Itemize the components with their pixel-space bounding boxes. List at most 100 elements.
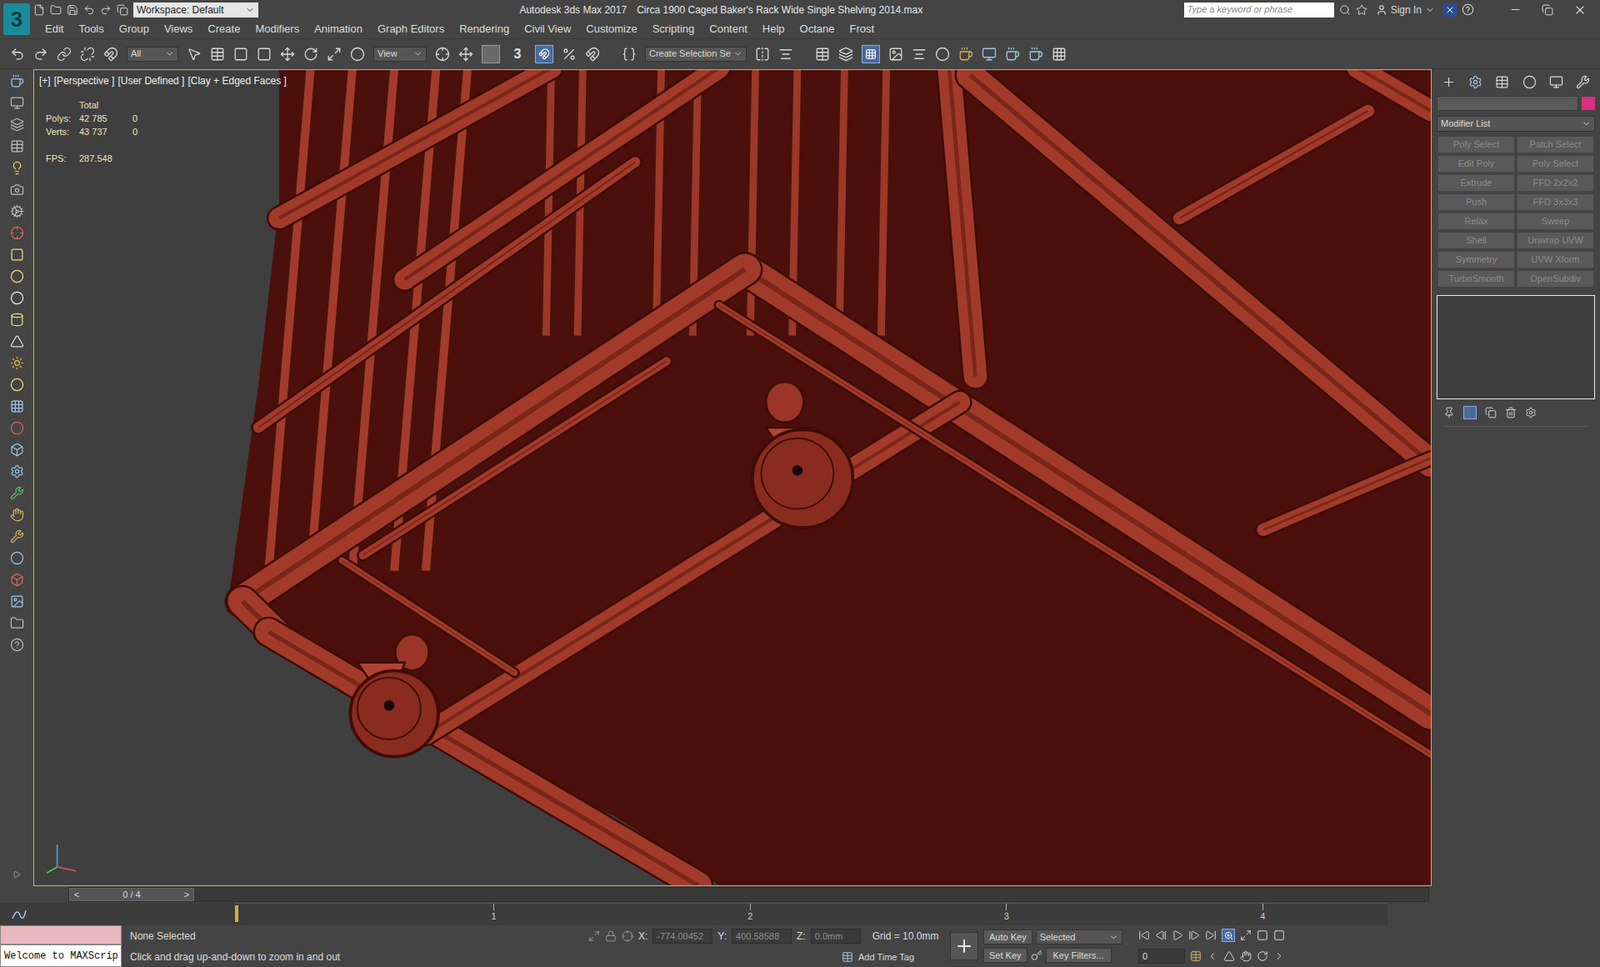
minimize-icon[interactable] [1509,3,1522,16]
menu-item[interactable]: Scripting [652,20,695,38]
modifier-button[interactable]: Patch Select [1517,136,1594,153]
time-slider-thumb[interactable]: <0 / 4> [69,887,195,901]
asset-icon[interactable] [10,615,25,630]
new-file-icon[interactable] [33,4,45,16]
render-setup-icon[interactable] [10,95,25,110]
window-crossing-icon[interactable] [256,46,272,62]
named-selection-dropdown[interactable]: Create Selection Se [645,46,747,62]
field-of-view-icon[interactable] [1223,950,1235,962]
default-in-out-tangents-icon[interactable] [1030,949,1043,961]
link-icon[interactable] [56,46,72,62]
zoom-extents-icon[interactable] [1256,929,1269,941]
time-configuration-icon[interactable] [1190,950,1202,962]
scene-explorer-icon[interactable] [10,139,25,154]
helper-icon[interactable] [10,204,25,219]
project-icon[interactable] [116,4,129,16]
isolate-icon[interactable] [588,930,600,942]
teapot-icon[interactable] [10,74,25,89]
layer-icon[interactable] [10,117,25,132]
menu-item[interactable]: Tools [78,20,104,38]
go-to-end-icon[interactable] [1205,929,1217,941]
render-setup-icon[interactable] [958,46,974,62]
object-color-swatch[interactable] [1581,96,1595,110]
x-coordinate-field[interactable]: -774.00452 [652,928,713,944]
time-slider-next[interactable]: > [180,887,194,902]
close-icon[interactable] [1573,3,1587,17]
viewport-menu[interactable]: [User Defined ] [117,73,185,89]
modify-tab-icon[interactable] [1468,75,1483,90]
binoculars-icon[interactable] [1339,4,1351,16]
next-frame-icon[interactable] [1188,929,1200,941]
orbit-icon[interactable] [1256,950,1269,962]
container-icon[interactable] [10,572,25,587]
modifier-button[interactable]: Sweep [1517,213,1594,230]
configure-sets-icon[interactable] [1525,406,1537,419]
cone-icon[interactable] [10,334,25,349]
modifier-button[interactable]: Relax [1438,213,1515,230]
viewport-menu[interactable]: [+] [39,73,51,89]
sign-in-button[interactable]: Sign In [1372,2,1439,18]
quick-redo-icon[interactable] [100,4,112,16]
settings-icon[interactable] [10,464,25,479]
zoom-extents-all-icon[interactable] [1273,929,1285,941]
rendered-frame-icon[interactable] [981,46,997,62]
particle-icon[interactable] [10,420,25,435]
scene-explorer-icon[interactable] [815,46,830,62]
modifier-button[interactable]: Unwrap UVW [1517,232,1594,249]
set-keys-button[interactable] [950,931,979,960]
set-key-button[interactable]: Set Key [983,947,1028,963]
zoom-toggle[interactable] [1221,928,1235,942]
add-time-tag[interactable]: Add Time Tag [858,950,915,965]
viewport-menu[interactable]: [Clay + Edged Faces ] [187,73,286,89]
create-tab-icon[interactable] [1441,75,1456,90]
select-object-icon[interactable] [186,46,202,62]
save-icon[interactable] [66,4,79,16]
modifier-button[interactable]: Edit Poly [1438,155,1515,172]
target-icon[interactable] [10,225,25,240]
time-slider[interactable]: <0 / 4> [68,886,1430,902]
undo-icon[interactable] [10,46,25,62]
cylinder-icon[interactable] [10,312,25,327]
modifier-button[interactable]: Poly Select [1517,155,1594,172]
menu-item[interactable]: Customize [585,20,637,38]
menu-item[interactable]: Rendering [459,20,510,38]
modifier-button[interactable]: FFD 2x2x2 [1517,175,1594,191]
menu-item[interactable]: Group [119,20,150,38]
tool-icon[interactable] [10,485,25,500]
box-icon[interactable] [10,442,25,457]
menu-item[interactable]: Views [164,20,193,38]
display-tab-icon[interactable] [1549,75,1564,90]
edit-named-selection-icon[interactable] [621,46,637,62]
manipulate-icon[interactable] [458,46,474,62]
place-icon[interactable] [350,46,365,62]
modifier-list-dropdown[interactable]: Modifier List [1436,115,1595,132]
curve-editor-icon[interactable] [888,46,904,62]
render-icon[interactable] [1005,46,1020,62]
viewport-menu[interactable]: [Perspective ] [54,73,115,89]
light-icon[interactable] [10,160,25,175]
reference-coordinate-dropdown[interactable]: View [373,46,427,62]
exchange-icon[interactable] [1443,3,1457,17]
image-icon[interactable] [10,594,25,609]
menu-item[interactable]: Animation [314,20,363,38]
time-slider-prev[interactable]: < [70,887,84,902]
menu-item[interactable]: Help [762,20,785,38]
motion-tab-icon[interactable] [1522,75,1537,90]
bind-space-warp-icon[interactable] [103,46,119,62]
app-logo[interactable]: 3 [0,0,34,39]
snaps-toggle[interactable]: 3 [508,45,527,64]
go-to-start-icon[interactable] [1138,929,1150,941]
absolute-mode-icon[interactable] [621,930,634,942]
pan-icon[interactable] [1240,950,1252,962]
plane-icon[interactable] [10,247,25,262]
mirror-icon[interactable] [755,46,770,62]
menu-item[interactable]: Octane [800,20,835,38]
menu-item[interactable]: Create [207,20,240,38]
render-cloud-icon[interactable] [1051,46,1067,62]
percent-snap-icon[interactable] [561,46,577,62]
time-tag-icon[interactable] [841,950,854,963]
align-icon[interactable] [778,46,794,62]
previous-frame-icon[interactable] [1155,929,1167,941]
expand-button[interactable] [10,867,24,881]
rectangular-selection-icon[interactable] [233,46,249,62]
